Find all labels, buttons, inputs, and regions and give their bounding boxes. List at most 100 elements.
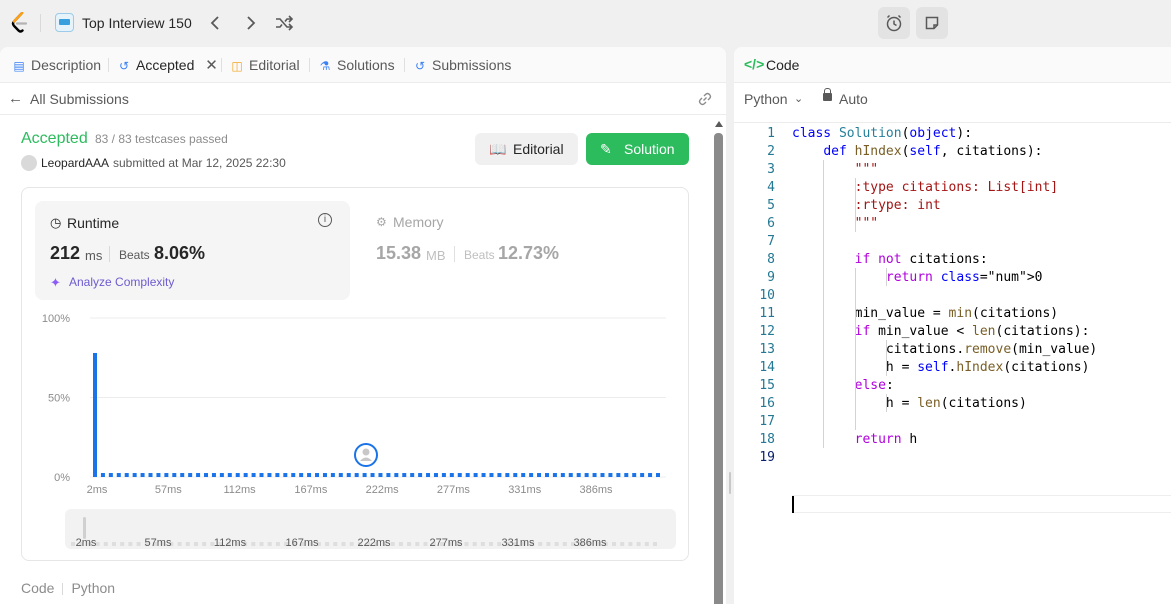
minimap-tick-label: 57ms (145, 537, 172, 549)
chart-bar (537, 473, 542, 477)
line-number: 2 (767, 144, 775, 159)
minimap-bar (480, 542, 485, 546)
code-line[interactable]: """ (792, 162, 878, 177)
chart-bar (600, 473, 605, 477)
next-problem-button[interactable] (238, 11, 262, 35)
tab-divider (221, 58, 222, 72)
book-icon: ◫ (231, 59, 243, 73)
code-editor[interactable]: 1 class Solution(object): 2 def hIndex(sel… (734, 122, 1171, 604)
tab-editorial[interactable]: ◫ Editorial (230, 47, 299, 83)
tab-submissions[interactable]: ↺ Submissions (413, 47, 511, 83)
performance-card: ◷ Runtime i 212 ms Beats 8.06% ✦ Analyze… (21, 187, 689, 561)
x-tick-label: 277ms (437, 484, 471, 496)
indent-guide (886, 340, 887, 376)
chart-bar (394, 473, 399, 477)
minimap-bar (464, 542, 469, 546)
line-number: 11 (759, 306, 775, 321)
tab-description[interactable]: ▤ Description (12, 47, 101, 83)
minimap-bar (620, 542, 625, 546)
link-icon[interactable] (696, 90, 714, 108)
chevron-down-icon[interactable]: ⌄ (794, 92, 803, 105)
minimap-bar (415, 542, 420, 546)
chart-bar (164, 473, 169, 477)
indent-guide (886, 394, 887, 412)
leetcode-logo-icon[interactable] (10, 12, 30, 34)
scroll-up-icon[interactable] (715, 121, 723, 127)
chart-bar (410, 473, 415, 477)
close-tab-icon[interactable]: ✕ (205, 57, 218, 74)
line-number: 10 (759, 288, 775, 303)
notes-button[interactable] (916, 7, 948, 39)
solution-button-label: Solution (624, 141, 675, 157)
alarm-clock-icon (886, 14, 902, 32)
tab-divider (108, 58, 109, 72)
scrollbar[interactable] (714, 121, 723, 604)
chart-bar (608, 473, 613, 477)
code-line[interactable]: return class="num">0 (792, 270, 1043, 285)
code-line[interactable]: else: (792, 378, 894, 393)
code-language-footer: Code Python (21, 580, 115, 596)
avatar[interactable] (21, 155, 37, 171)
chevron-left-icon (210, 16, 219, 30)
minimap-bar (259, 542, 264, 546)
line-number: 12 (759, 324, 775, 339)
code-line[interactable]: class Solution(object): (792, 126, 972, 141)
panel-resize-handle[interactable] (726, 47, 734, 604)
code-line[interactable]: """ (792, 216, 878, 231)
chart-bar (576, 473, 581, 477)
random-problem-button[interactable] (272, 11, 296, 35)
chart-bar (219, 473, 224, 477)
tab-solutions[interactable]: ⚗ Solutions (318, 47, 395, 83)
text-caret (792, 496, 794, 513)
code-line[interactable]: min_value = min(citations) (792, 306, 1059, 321)
all-submissions-link[interactable]: All Submissions (30, 91, 129, 107)
minimap-tick-label: 2ms (76, 537, 97, 549)
minimap-tick-label: 167ms (285, 537, 319, 549)
code-line[interactable]: :type citations: List[int] (792, 180, 1059, 195)
tab-accepted[interactable]: ↺ Accepted ✕ (117, 47, 218, 83)
arrow-left-icon[interactable]: ← (8, 90, 23, 107)
testcases-passed: 83 / 83 testcases passed (95, 132, 228, 146)
language-select[interactable]: Python (744, 91, 788, 107)
editorial-button[interactable]: 📖 Editorial (475, 133, 578, 165)
code-line[interactable]: return h (792, 432, 918, 447)
code-line[interactable]: if min_value < len(citations): (792, 324, 1090, 339)
code-line[interactable]: :rtype: int (792, 198, 941, 213)
code-line[interactable]: h = len(citations) (792, 396, 1027, 411)
chart-bar (188, 473, 193, 477)
chart-bar (291, 473, 296, 477)
code-line[interactable]: if not citations: (792, 252, 988, 267)
submitted-at: submitted at Mar 12, 2025 22:30 (113, 156, 286, 170)
username[interactable]: LeopardAAA (41, 156, 109, 170)
tab-code[interactable]: </> Code (734, 47, 1171, 83)
code-icon: </> (744, 56, 765, 72)
solution-button[interactable]: ✎ Solution (586, 133, 689, 165)
minimap-bar (71, 542, 75, 546)
range-slider-handle (83, 517, 86, 539)
code-line[interactable]: citations.remove(min_value) (792, 342, 1097, 357)
chart-bar (362, 473, 367, 477)
minimap-tick-label: 112ms (214, 537, 247, 549)
tab-divider (309, 58, 310, 72)
history-icon: ↺ (414, 59, 426, 73)
line-number: 17 (759, 414, 775, 429)
chart-bar (299, 473, 304, 477)
problem-list-title[interactable]: Top Interview 150 (82, 15, 192, 31)
timer-button[interactable] (878, 7, 910, 39)
auto-mode-label[interactable]: Auto (839, 91, 868, 107)
chart-bar (457, 473, 462, 477)
problem-list-icon[interactable] (55, 13, 74, 32)
prev-problem-button[interactable] (204, 11, 228, 35)
chart-bar (180, 473, 185, 477)
chart-bar (116, 473, 121, 477)
runtime-distribution-chart[interactable]: 100% 50% 0% 2ms 57ms 112ms 167ms 222ms 277ms 331m… (22, 188, 690, 562)
chart-bar (560, 473, 565, 477)
history-icon: ↺ (118, 59, 130, 73)
line-number: 19 (759, 450, 775, 465)
indent-guide (886, 268, 887, 286)
code-line[interactable]: def hIndex(self, citations): (792, 144, 1042, 159)
book-icon: 📖 (489, 141, 507, 157)
chart-bar (529, 473, 534, 477)
scrollbar-thumb[interactable] (714, 133, 723, 604)
code-line[interactable]: h = self.hIndex(citations) (792, 360, 1090, 375)
